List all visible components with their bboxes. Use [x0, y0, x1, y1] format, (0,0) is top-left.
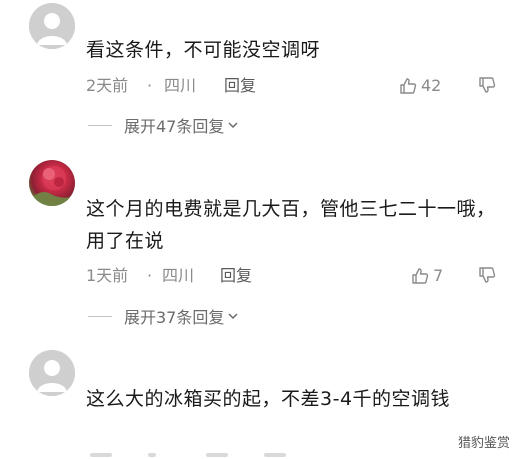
thumbs-down-icon	[479, 77, 496, 93]
comment-text: 这么大的冰箱买的起，不差3-4千的空调钱	[86, 388, 451, 410]
comment-location: 四川	[162, 266, 195, 285]
like-button[interactable]: 7	[411, 264, 443, 288]
default-avatar-icon	[29, 3, 75, 49]
default-avatar-icon	[29, 350, 75, 396]
avatar[interactable]	[29, 160, 75, 206]
expand-replies-label: 展开37条回复	[124, 308, 225, 327]
avatar[interactable]	[29, 350, 75, 396]
like-count: 7	[433, 266, 444, 285]
meta-separator: ·	[147, 76, 153, 95]
watermark: 猎豹鉴赏	[457, 436, 510, 451]
flower-avatar	[29, 166, 75, 206]
thumbs-up-icon	[400, 78, 417, 94]
reply-button[interactable]: 回复	[220, 264, 252, 288]
dislike-button[interactable]	[478, 266, 496, 284]
truncated-meta-row	[86, 453, 416, 457]
expand-replies-button[interactable]: 展开37条回复	[88, 305, 239, 327]
comment-time: 1天前	[86, 266, 129, 285]
avatar[interactable]	[29, 3, 75, 49]
thumbs-down-icon	[479, 267, 496, 283]
meta-separator: ·	[147, 266, 153, 285]
dislike-button[interactable]	[478, 76, 496, 94]
divider-line	[88, 124, 112, 126]
chevron-down-icon	[228, 313, 238, 320]
like-count: 42	[421, 76, 442, 95]
expand-replies-label: 展开47条回复	[124, 117, 225, 136]
comment-meta: 1天前 · 四川 回复 7	[86, 264, 506, 288]
chevron-down-icon	[228, 122, 238, 129]
thumbs-up-icon	[412, 268, 429, 284]
comment-location: 四川	[164, 76, 197, 95]
divider-line	[88, 315, 112, 317]
like-button[interactable]: 42	[399, 74, 441, 98]
reply-button[interactable]: 回复	[224, 74, 256, 98]
comment-text: 这个月的电费就是几大百，管他三七二十一哦，用了在说	[86, 198, 496, 252]
comment-time: 2天前	[86, 76, 129, 95]
expand-replies-button[interactable]: 展开47条回复	[88, 114, 239, 136]
comment-meta: 2天前 · 四川 回复 42	[86, 74, 506, 98]
comment-text: 看这条件，不可能没空调呀	[86, 39, 321, 61]
